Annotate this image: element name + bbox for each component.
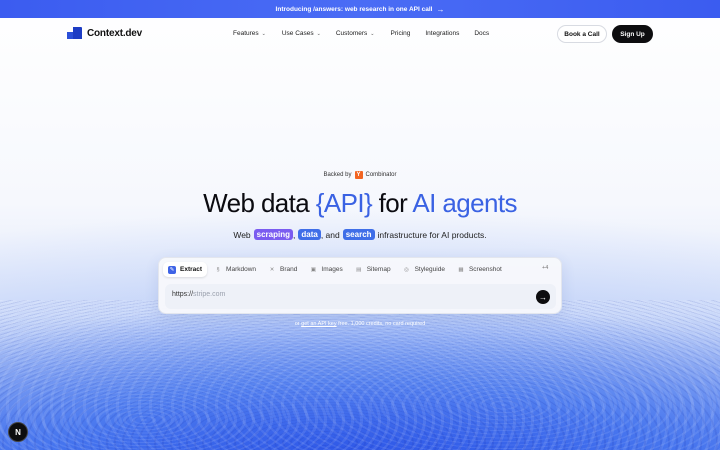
api-note-suffix: free. 1,000 credits, no card required [336, 321, 426, 327]
nav-menu: Features ⌄ Use Cases ⌄ Customers ⌄ Prici… [233, 30, 489, 37]
backed-by-label: Backed by [323, 172, 352, 178]
nav-item-label: Integrations [425, 30, 460, 37]
combinator-label: Combinator [365, 172, 397, 178]
announcement-text[interactable]: Introducing /answers: web research in on… [276, 6, 433, 13]
headline-part: Web data [203, 188, 316, 218]
tab-label: Brand [280, 266, 298, 273]
subline-text: , [293, 229, 296, 240]
tab-label: Images [321, 266, 343, 273]
subline-text: infrastructure for AI products. [377, 229, 487, 240]
tab-extract[interactable]: ✎ Extract [163, 262, 208, 277]
nav-item-integrations[interactable]: Integrations [425, 30, 459, 37]
logo[interactable]: Context.dev [67, 27, 142, 40]
tab-label: Screenshot [468, 266, 502, 273]
submit-button[interactable]: → [536, 290, 550, 304]
endpoint-tabs: ✎ Extract § Markdown ✕ Brand ▣ Images ▤ … [163, 262, 509, 278]
book-call-button[interactable]: Book a Call [557, 25, 607, 43]
arrow-right-icon: → [539, 292, 547, 302]
chevron-down-icon: ⌄ [316, 30, 321, 37]
headline-ai-agents: AI agents [412, 188, 517, 218]
backed-by-badge: Backed by Y Combinator [0, 171, 720, 179]
nav-item-docs[interactable]: Docs [474, 30, 489, 37]
subline-text: Web [233, 229, 251, 240]
sitemap-icon: ▤ [356, 266, 362, 273]
top-nav: Context.dev Features ⌄ Use Cases ⌄ Custo… [0, 18, 720, 50]
announcement-bar[interactable]: Introducing /answers: web research in on… [0, 0, 720, 18]
yc-logo-icon: Y [354, 171, 363, 179]
url-prefix: https:// [172, 291, 194, 298]
tab-markdown[interactable]: § Markdown [209, 262, 261, 277]
chip-scraping: scraping [253, 229, 293, 240]
nav-item-label: Use Cases [281, 30, 314, 37]
screenshot-icon: ▦ [458, 266, 464, 273]
tab-sitemap[interactable]: ▤ Sitemap [350, 262, 396, 277]
url-field[interactable]: https://stripe.com → [165, 284, 556, 309]
nav-item-label: Customers [335, 30, 368, 37]
arrow-right-icon: → [436, 4, 445, 14]
image-icon: ▣ [310, 266, 316, 273]
tab-label: Extract [180, 266, 203, 273]
tab-label: Styleguide [414, 266, 445, 273]
nav-item-features[interactable]: Features ⌄ [233, 30, 266, 37]
url-placeholder: stripe.com [193, 291, 226, 298]
nav-item-label: Features [233, 30, 259, 37]
markdown-icon: § [216, 266, 220, 273]
chevron-down-icon: ⌄ [370, 30, 375, 37]
hero-subline: Web scraping, data, and search infrastru… [0, 229, 720, 240]
sign-up-button[interactable]: Sign Up [612, 25, 653, 43]
tab-styleguide[interactable]: ◎ Styleguide [398, 262, 450, 277]
nav-item-customers[interactable]: Customers ⌄ [336, 30, 375, 37]
chip-data: data [298, 229, 321, 240]
tab-label: Markdown [226, 266, 257, 273]
chip-search: search [342, 229, 375, 240]
headline-api: {API} [315, 188, 373, 218]
palette-icon: ◎ [404, 266, 409, 273]
chevron-down-icon: ⌄ [261, 30, 266, 37]
nav-item-pricing[interactable]: Pricing [391, 30, 411, 37]
logo-icon [67, 27, 82, 40]
subline-text: , and [320, 229, 340, 240]
tab-images[interactable]: ▣ Images [304, 262, 347, 277]
nextjs-dev-badge[interactable]: N [8, 422, 28, 442]
get-api-key-link[interactable]: get an API key [301, 321, 336, 327]
hero-headline: Web data {API} for AI agents [0, 188, 720, 219]
brand-icon: ✕ [269, 266, 275, 273]
brand-name: Context.dev [87, 28, 143, 39]
nav-item-label: Docs [474, 30, 490, 37]
nav-item-label: Pricing [390, 30, 411, 37]
tab-brand[interactable]: ✕ Brand [263, 262, 302, 277]
api-playground-card: ✎ Extract § Markdown ✕ Brand ▣ Images ▤ … [158, 257, 562, 314]
tab-label: Sitemap [366, 266, 391, 273]
api-key-note: or get an API key free. 1,000 credits, n… [0, 321, 720, 327]
url-input[interactable]: https://stripe.com [172, 291, 512, 302]
wand-icon: ✎ [168, 265, 176, 274]
nav-item-use-cases[interactable]: Use Cases ⌄ [282, 30, 321, 37]
more-tabs-button[interactable]: +4 [542, 265, 548, 271]
tab-screenshot[interactable]: ▦ Screenshot [452, 262, 507, 277]
headline-part: for [372, 188, 413, 218]
